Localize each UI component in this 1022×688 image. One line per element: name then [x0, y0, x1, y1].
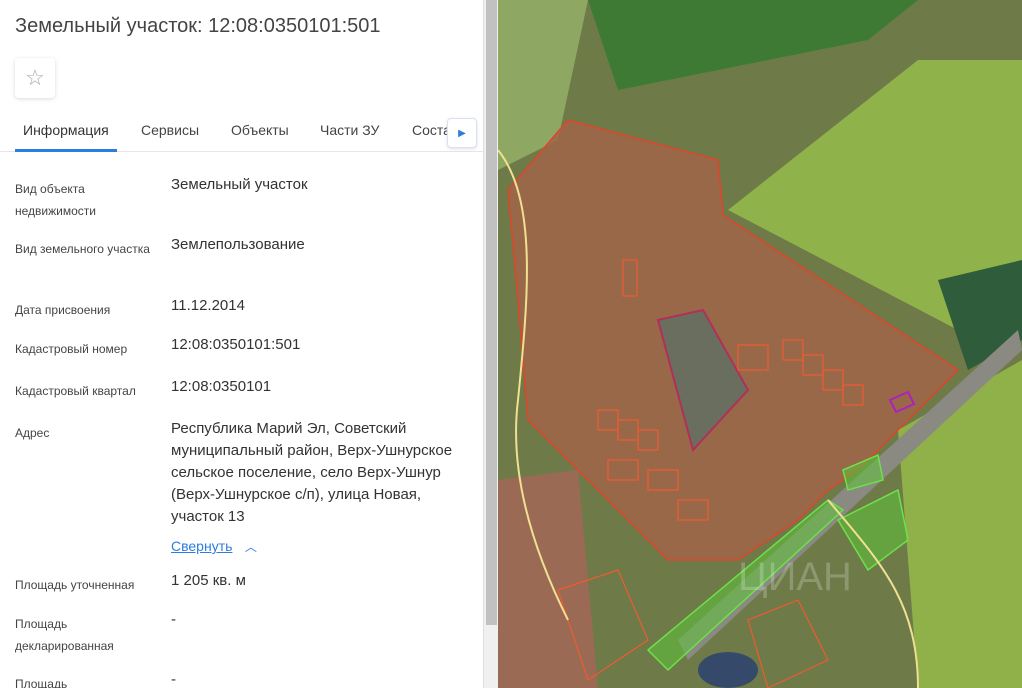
field-label: Площадь уточненная	[15, 578, 135, 592]
field-value: 1 205 кв. м	[171, 572, 246, 589]
collapse-label[interactable]: Свернуть	[171, 538, 232, 554]
tab-objects[interactable]: Объекты	[231, 122, 289, 138]
field-value: Земельный участок	[171, 176, 308, 193]
tab-parts[interactable]: Части ЗУ	[320, 122, 379, 138]
tab-bar: Информация Сервисы Объекты Части ЗУ Сост…	[0, 112, 483, 152]
field-value: Землепользование	[171, 236, 305, 253]
field-label: Площадь декларированная	[15, 617, 114, 653]
field-value: -	[171, 611, 176, 628]
tab-services[interactable]: Сервисы	[141, 122, 199, 138]
field-label: Кадастровый номер	[15, 342, 128, 356]
field-value: -	[171, 671, 176, 688]
field-label: Вид земельного участка	[15, 242, 150, 256]
map-layer: ЦИАН	[498, 0, 1022, 688]
collapse-link[interactable]: Свернуть ︿	[171, 538, 257, 556]
tab-composition[interactable]: Состав ЕЗП	[412, 122, 452, 138]
field-label: Площадь	[15, 677, 68, 688]
field-value: 12:08:0350101	[171, 378, 272, 395]
field-value: 11.12.2014	[171, 297, 245, 314]
chevron-up-icon: ︿	[244, 540, 257, 554]
field-label: Адрес	[15, 426, 50, 440]
field-label: Дата присвоения	[15, 303, 111, 317]
caret-right-icon: ▶	[458, 127, 466, 139]
field-label: Кадастровый квартал	[15, 384, 136, 398]
field-value: 12:08:0350101:501	[171, 336, 301, 353]
page-title: Земельный участок: 12:08:0350101:501	[15, 15, 381, 37]
tab-info[interactable]: Информация	[23, 122, 109, 138]
tabs-scroll-right-button[interactable]: ▶	[447, 118, 477, 148]
star-icon: ☆	[25, 65, 45, 90]
active-tab-indicator	[15, 149, 117, 152]
scrollbar-thumb[interactable]	[486, 0, 497, 625]
info-panel: Земельный участок: 12:08:0350101:501 ☆ И…	[0, 0, 483, 688]
panel-scrollbar[interactable]	[483, 0, 498, 688]
field-label: Вид объекта недвижимости	[15, 182, 96, 218]
field-value: Республика Марий Эл, Советский муниципал…	[171, 420, 453, 525]
favorite-button[interactable]: ☆	[15, 58, 55, 98]
watermark: ЦИАН	[738, 555, 852, 599]
cadastral-map[interactable]: ЦИАН	[498, 0, 1022, 688]
